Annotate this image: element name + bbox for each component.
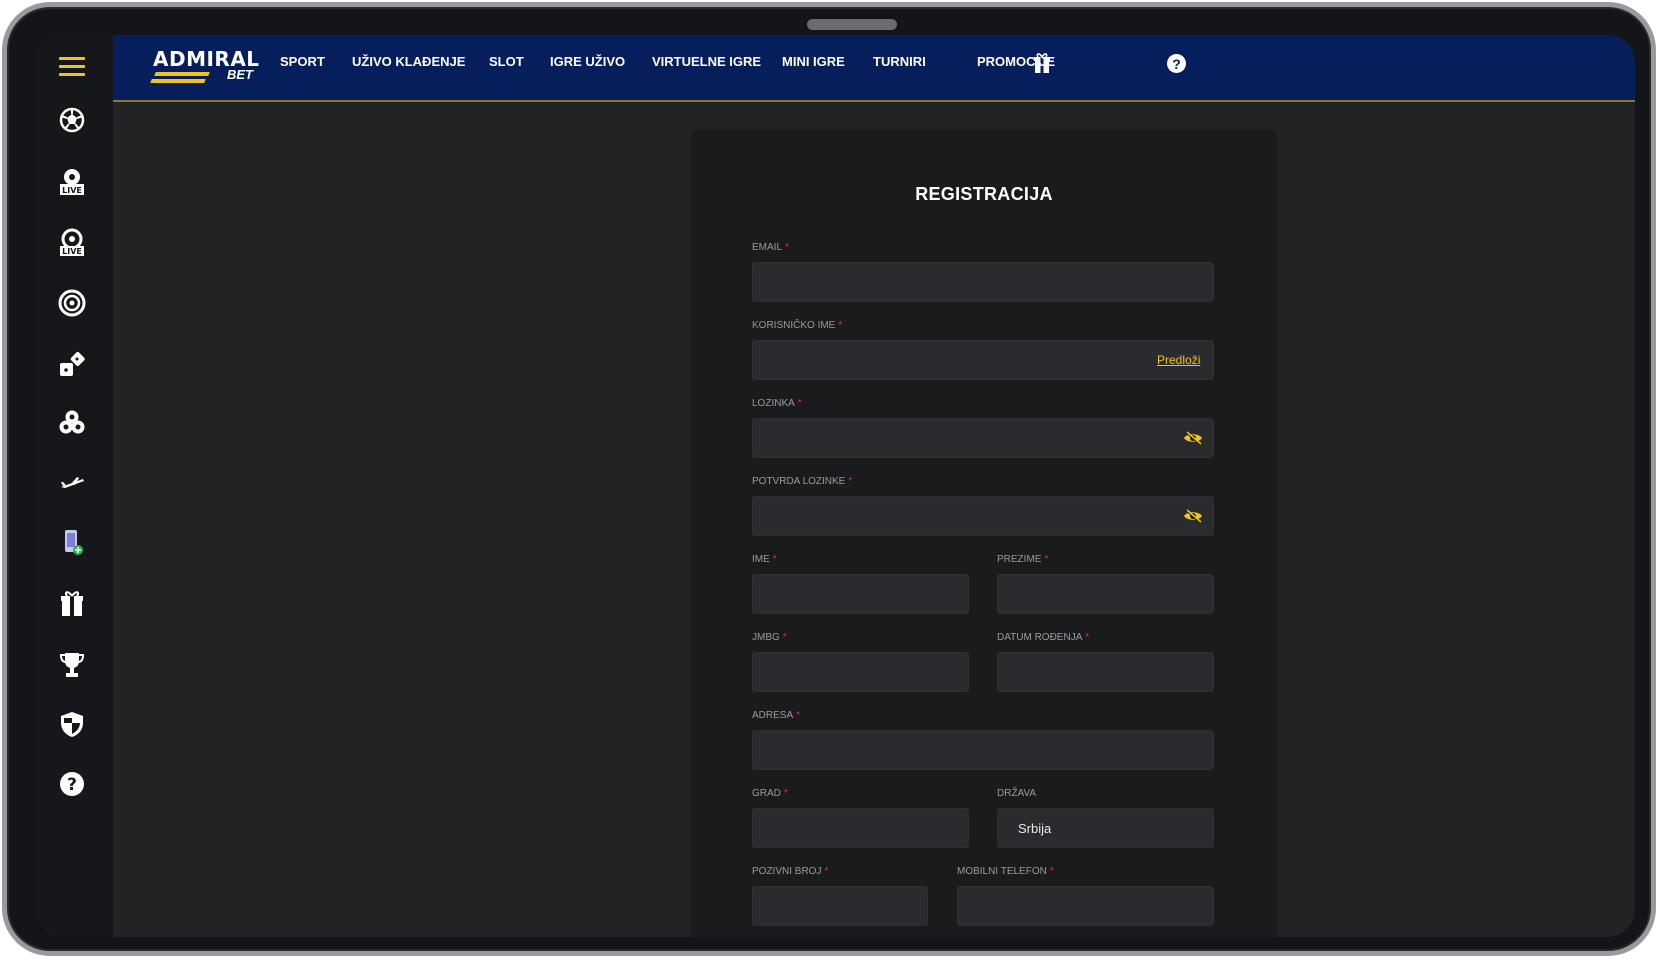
username-label-text: KORISNIČKO IME bbox=[752, 320, 836, 331]
nav-slot[interactable]: SLOT bbox=[489, 54, 524, 69]
required-mark: * bbox=[785, 242, 789, 253]
jmbg-label-text: JMBG bbox=[752, 632, 780, 643]
logo-stripe bbox=[150, 79, 206, 83]
registration-card: REGISTRACIJA EMAIL * KORISNIČKO IME * Pred… bbox=[691, 130, 1277, 937]
password-field[interactable] bbox=[752, 418, 1214, 458]
address-label: ADRESA * bbox=[752, 710, 800, 721]
live-sport-icon[interactable]: LIVE bbox=[53, 163, 91, 201]
nav-promocije[interactable]: PROMOCIJE bbox=[977, 54, 1055, 69]
live-casino-icon[interactable]: LIVE bbox=[53, 224, 91, 262]
last-name-field[interactable] bbox=[997, 574, 1214, 614]
roulette-icon[interactable] bbox=[53, 284, 91, 322]
mobile-icon[interactable] bbox=[53, 523, 91, 561]
plane-icon[interactable] bbox=[53, 463, 91, 501]
mobile-label-text: MOBILNI TELEFON bbox=[957, 866, 1047, 877]
email-field[interactable] bbox=[752, 262, 1214, 302]
required-mark: * bbox=[783, 788, 788, 799]
eye-slash-icon[interactable] bbox=[1183, 431, 1203, 445]
mobile-label: MOBILNI TELEFON * bbox=[957, 866, 1054, 877]
address-field[interactable] bbox=[752, 730, 1214, 770]
svg-text:LIVE: LIVE bbox=[62, 186, 82, 195]
admiral-bet-logo[interactable]: ADMIRAL BET bbox=[147, 47, 259, 89]
shield-icon[interactable] bbox=[53, 705, 91, 743]
required-mark: * bbox=[1044, 554, 1049, 565]
tablet-frame: LIVE LIVE ? ADMIRAL BET SPORT UŽIVO KLAĐ… bbox=[2, 2, 1656, 956]
required-mark: * bbox=[824, 866, 829, 877]
logo-subtext: BET bbox=[227, 67, 253, 82]
birth-date-label: DATUM ROĐENJA * bbox=[997, 632, 1089, 643]
nav-mini-igre[interactable]: MINI IGRE bbox=[782, 54, 845, 69]
required-mark: * bbox=[1049, 866, 1054, 877]
country-label-text: DRŽAVA bbox=[997, 788, 1037, 799]
svg-text:LIVE: LIVE bbox=[62, 247, 82, 256]
birth-date-field[interactable] bbox=[997, 652, 1214, 692]
password-confirm-label: POTVRDA LOZINKE * bbox=[752, 476, 852, 487]
email-label-text: EMAIL bbox=[752, 242, 783, 253]
address-label-text: ADRESA bbox=[752, 710, 794, 721]
city-label: GRAD * bbox=[752, 788, 788, 799]
screen: LIVE LIVE ? ADMIRAL BET SPORT UŽIVO KLAĐ… bbox=[35, 35, 1635, 937]
trophy-icon[interactable] bbox=[53, 645, 91, 683]
nav-sport[interactable]: SPORT bbox=[280, 54, 325, 69]
password-label-text: LOZINKA bbox=[752, 398, 795, 409]
required-mark: * bbox=[797, 398, 802, 409]
jmbg-field[interactable] bbox=[752, 652, 969, 692]
last-name-label-text: PREZIME bbox=[997, 554, 1042, 565]
required-mark: * bbox=[838, 320, 843, 331]
dice-icon[interactable] bbox=[53, 346, 91, 384]
city-field[interactable] bbox=[752, 808, 969, 848]
required-mark: * bbox=[782, 632, 787, 643]
last-name-label: PREZIME * bbox=[997, 554, 1048, 565]
mobile-phone-field[interactable] bbox=[957, 886, 1214, 926]
svg-text:?: ? bbox=[67, 775, 77, 795]
logo-stripe bbox=[154, 72, 210, 76]
country-label: DRŽAVA bbox=[997, 788, 1036, 799]
sidebar: LIVE LIVE ? bbox=[35, 35, 113, 937]
area-code-label-text: POZIVNI BROJ bbox=[752, 866, 822, 877]
area-code-label: POZIVNI BROJ * bbox=[752, 866, 828, 877]
nav-igre-uzivo[interactable]: IGRE UŽIVO bbox=[550, 54, 625, 69]
eye-slash-icon[interactable] bbox=[1183, 509, 1203, 523]
first-name-label-text: IME bbox=[752, 554, 770, 565]
first-name-label: IME * bbox=[752, 554, 777, 565]
required-mark: * bbox=[848, 476, 853, 487]
password-confirm-field[interactable] bbox=[752, 496, 1214, 536]
nav-uzivo-kladjenje[interactable]: UŽIVO KLAĐENJE bbox=[352, 54, 465, 69]
football-icon[interactable] bbox=[53, 101, 91, 139]
username-field[interactable] bbox=[752, 340, 1214, 380]
first-name-field[interactable] bbox=[752, 574, 969, 614]
gift-icon[interactable] bbox=[53, 584, 91, 622]
suggest-username-link[interactable]: Predloži bbox=[1157, 353, 1200, 367]
top-navigation: ADMIRAL BET SPORT UŽIVO KLAĐENJE SLOT IG… bbox=[113, 35, 1635, 102]
help-icon[interactable]: ? bbox=[1167, 54, 1186, 73]
help-icon[interactable]: ? bbox=[53, 765, 91, 803]
required-mark: * bbox=[796, 710, 801, 721]
city-label-text: GRAD bbox=[752, 788, 781, 799]
email-label: EMAIL * bbox=[752, 242, 789, 253]
birth-date-label-text: DATUM ROĐENJA bbox=[997, 632, 1083, 643]
menu-icon[interactable] bbox=[59, 57, 85, 77]
page-title: REGISTRACIJA bbox=[915, 184, 1053, 204]
password-confirm-label-text: POTVRDA LOZINKE bbox=[752, 476, 846, 487]
username-label: KORISNIČKO IME * bbox=[752, 320, 842, 331]
country-field[interactable] bbox=[997, 808, 1214, 848]
password-label: LOZINKA * bbox=[752, 398, 802, 409]
camera-notch bbox=[807, 19, 897, 30]
nav-turniri[interactable]: TURNIRI bbox=[873, 54, 926, 69]
required-mark: * bbox=[1085, 632, 1090, 643]
poker-chips-icon[interactable] bbox=[53, 404, 91, 442]
nav-virtuelne-igre[interactable]: VIRTUELNE IGRE bbox=[652, 54, 761, 69]
jmbg-label: JMBG * bbox=[752, 632, 787, 643]
required-mark: * bbox=[772, 554, 777, 565]
area-code-field[interactable] bbox=[752, 886, 928, 926]
